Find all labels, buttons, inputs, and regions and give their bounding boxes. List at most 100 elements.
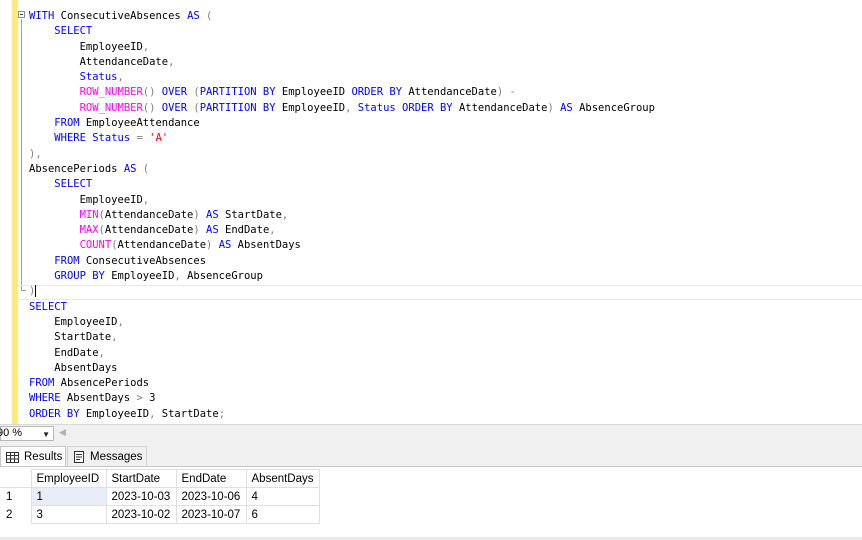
grid-cell[interactable]: 1 bbox=[30, 487, 107, 506]
ssms-query-window: WITH ConsecutiveAbsences AS ( SELECT Emp… bbox=[0, 0, 862, 540]
code-line[interactable]: Status, bbox=[29, 70, 655, 85]
code-line[interactable]: AbsencePeriods AS ( bbox=[29, 162, 655, 177]
code-token: AttendanceDate bbox=[452, 101, 548, 114]
results-grid[interactable]: EmployeeID StartDate EndDate AbsentDays … bbox=[0, 469, 320, 524]
code-token: ORDER BY bbox=[402, 101, 453, 114]
column-header[interactable]: EmployeeID bbox=[30, 469, 107, 488]
sql-code[interactable]: WITH ConsecutiveAbsences AS ( SELECT Emp… bbox=[29, 9, 655, 422]
grid-cell[interactable]: 2023-10-06 bbox=[175, 487, 247, 506]
code-token: PARTITION BY bbox=[199, 86, 276, 99]
code-token: EmployeeAttendance bbox=[79, 117, 200, 130]
row-number[interactable]: 1 bbox=[0, 487, 32, 506]
code-line[interactable]: ), bbox=[29, 147, 655, 162]
code-line[interactable]: COUNT(AttendanceDate) AS AbsentDays bbox=[29, 238, 655, 253]
code-line[interactable]: StartDate, bbox=[29, 330, 655, 345]
grid-icon bbox=[6, 451, 19, 463]
grid-cell[interactable]: 3 bbox=[30, 505, 107, 524]
code-token: , bbox=[269, 224, 276, 237]
code-line[interactable]: EmployeeID, bbox=[29, 315, 655, 330]
code-line[interactable]: EndDate, bbox=[29, 346, 655, 361]
code-token: ) bbox=[193, 208, 207, 221]
code-line[interactable]: EmployeeID, bbox=[29, 193, 655, 208]
column-header[interactable]: EndDate bbox=[175, 469, 247, 488]
code-token: AS bbox=[218, 239, 232, 252]
code-token: ), bbox=[29, 147, 42, 160]
grid-corner[interactable] bbox=[0, 469, 32, 488]
results-tabbar: Results Messages bbox=[0, 442, 862, 467]
column-header[interactable]: StartDate bbox=[105, 469, 177, 488]
code-token: EndDate bbox=[29, 346, 99, 359]
tab-messages-label: Messages bbox=[90, 451, 143, 463]
code-line[interactable]: FROM ConsecutiveAbsences bbox=[29, 254, 655, 269]
outline-line bbox=[21, 19, 22, 290]
code-token: ) - bbox=[496, 86, 516, 99]
tab-messages[interactable]: Messages bbox=[67, 446, 147, 467]
code-line[interactable]: SELECT bbox=[29, 24, 655, 39]
code-line[interactable]: ROW_NUMBER() OVER (PARTITION BY Employee… bbox=[29, 101, 655, 116]
zoom-select[interactable]: 90 % ▼ bbox=[0, 426, 54, 441]
code-token: EmployeeID bbox=[29, 193, 143, 206]
code-line[interactable]: WHERE Status = 'A' bbox=[29, 131, 655, 146]
zoom-value: 90 % bbox=[0, 427, 23, 439]
grid-cell[interactable]: 6 bbox=[245, 505, 320, 524]
code-token: AbsencePeriods bbox=[54, 377, 150, 390]
table-row[interactable]: 1 1 2023-10-03 2023-10-06 4 bbox=[0, 487, 320, 506]
code-token: , bbox=[117, 71, 124, 84]
text-caret bbox=[35, 285, 37, 298]
code-token: EmployeeID bbox=[29, 40, 143, 53]
code-line[interactable]: WITH ConsecutiveAbsences AS ( bbox=[29, 9, 655, 24]
code-token: ROW_NUMBER bbox=[79, 86, 143, 99]
gutter-separator bbox=[17, 0, 18, 424]
code-token: AbsentDays bbox=[60, 392, 137, 405]
code-token: ) bbox=[193, 224, 207, 237]
messages-icon bbox=[73, 451, 85, 463]
code-token: PARTITION BY bbox=[199, 101, 276, 114]
grid-cell[interactable]: 2023-10-02 bbox=[105, 505, 177, 524]
code-line[interactable]: FROM EmployeeAttendance bbox=[29, 116, 655, 131]
query-editor[interactable]: WITH ConsecutiveAbsences AS ( SELECT Emp… bbox=[0, 0, 862, 424]
code-token: FROM bbox=[54, 117, 80, 130]
row-number[interactable]: 2 bbox=[0, 505, 32, 524]
grid-cell[interactable]: 2023-10-03 bbox=[105, 487, 177, 506]
code-line[interactable]: SELECT bbox=[29, 177, 655, 192]
code-line[interactable]: EmployeeID, bbox=[29, 40, 655, 55]
code-token: ( bbox=[199, 10, 213, 22]
code-token: ORDER BY bbox=[351, 86, 403, 99]
code-line[interactable]: ORDER BY EmployeeID, StartDate; bbox=[29, 407, 655, 422]
collapse-icon[interactable] bbox=[18, 11, 25, 18]
grid-cell[interactable]: 4 bbox=[245, 487, 320, 506]
grid-header-row: EmployeeID StartDate EndDate AbsentDays bbox=[0, 469, 320, 488]
code-token: StartDate bbox=[161, 407, 219, 420]
code-token: SELECT bbox=[29, 300, 67, 313]
table-row[interactable]: 2 3 2023-10-02 2023-10-07 6 bbox=[0, 505, 320, 524]
code-line[interactable]: SELECT bbox=[29, 300, 655, 315]
code-line[interactable]: WHERE AbsentDays > 3 bbox=[29, 391, 655, 406]
tab-results[interactable]: Results bbox=[0, 446, 66, 467]
code-token: ConsecutiveAbsences bbox=[54, 10, 188, 22]
code-token: MIN bbox=[79, 208, 99, 221]
code-token: ORDER BY bbox=[29, 407, 80, 420]
zoom-bar: 90 % ▼ ◀ bbox=[0, 424, 862, 442]
code-line[interactable]: FROM AbsencePeriods bbox=[29, 376, 655, 391]
code-line[interactable]: AbsentDays bbox=[29, 361, 655, 376]
grid-cell[interactable]: 2023-10-07 bbox=[175, 505, 247, 524]
code-line[interactable]: AttendanceDate, bbox=[29, 55, 655, 70]
code-line[interactable]: GROUP BY EmployeeID, AbsenceGroup bbox=[29, 269, 655, 284]
code-token: AS bbox=[187, 10, 200, 22]
code-line[interactable]: ) bbox=[29, 284, 655, 299]
code-token: AS bbox=[206, 224, 219, 237]
code-line[interactable]: MIN(AttendanceDate) AS StartDate, bbox=[29, 208, 655, 223]
scroll-left-icon[interactable]: ◀ bbox=[59, 427, 66, 438]
code-token: WHERE bbox=[29, 392, 61, 405]
code-token: , bbox=[142, 40, 150, 53]
code-line[interactable]: MAX(AttendanceDate) AS EndDate, bbox=[29, 223, 655, 238]
code-token: AttendanceDate bbox=[104, 208, 194, 221]
code-token: WHERE bbox=[54, 132, 86, 145]
column-header[interactable]: AbsentDays bbox=[245, 469, 320, 488]
code-line[interactable]: ROW_NUMBER() OVER (PARTITION BY Employee… bbox=[29, 85, 655, 100]
